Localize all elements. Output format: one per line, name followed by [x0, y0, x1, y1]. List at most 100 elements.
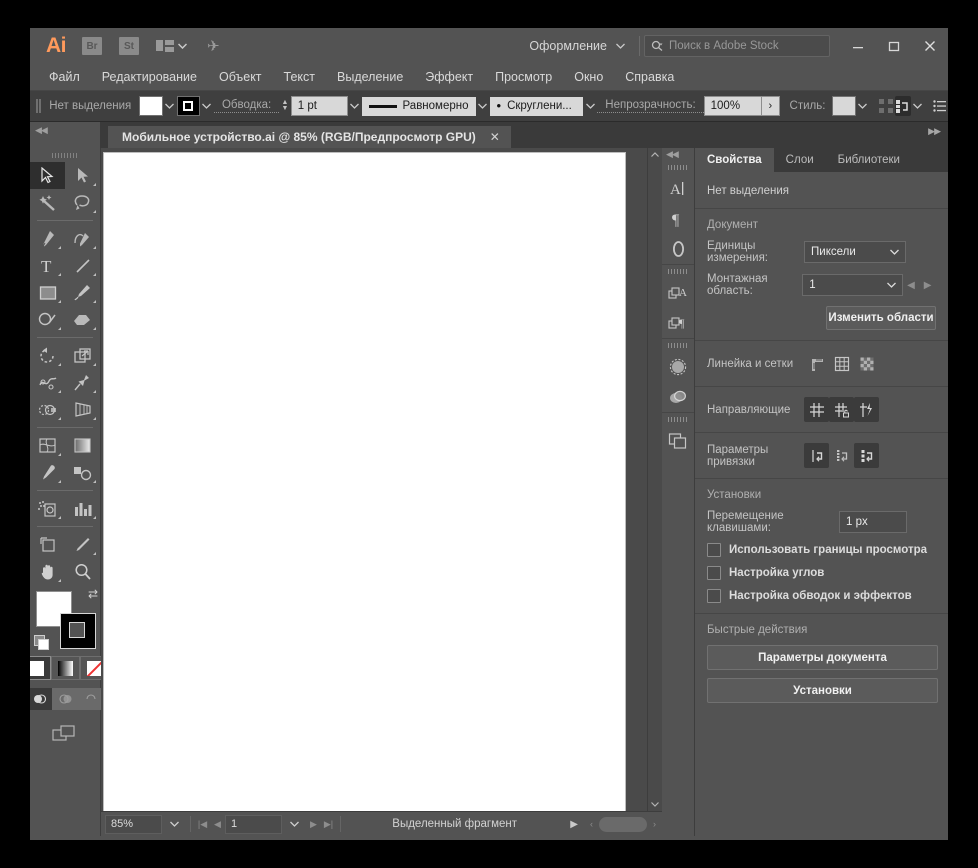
swap-fill-stroke-icon[interactable]: ⇄: [88, 587, 98, 601]
tool-curvature[interactable]: [65, 225, 100, 252]
next-artboard-button[interactable]: ▶: [306, 816, 321, 833]
style-chevron-icon[interactable]: [856, 96, 870, 116]
tool-selection[interactable]: [30, 162, 65, 189]
hscroll-left-button[interactable]: ‹: [584, 816, 599, 833]
menu-select[interactable]: Выделение: [326, 67, 414, 87]
artboard-select[interactable]: 1: [802, 274, 903, 296]
last-artboard-button[interactable]: ▶|: [321, 816, 336, 833]
tool-blend[interactable]: [65, 459, 100, 486]
transform-panel-button[interactable]: [894, 96, 911, 116]
scale-corners-checkbox[interactable]: [707, 566, 721, 580]
panel-paragraph[interactable]: ¶: [662, 204, 694, 234]
horizontal-scrollbar-thumb[interactable]: [599, 816, 647, 832]
draw-behind-button[interactable]: [52, 688, 78, 710]
draw-normal-button[interactable]: [30, 688, 52, 710]
stroke-profile-chevron-icon[interactable]: [476, 96, 490, 116]
tool-eyedropper[interactable]: [30, 459, 65, 486]
opacity-input[interactable]: 100%: [703, 96, 763, 116]
scroll-up-icon[interactable]: [648, 148, 662, 162]
gradient-mode-button[interactable]: [50, 656, 80, 680]
dock-grip-4[interactable]: [662, 413, 694, 426]
stroke-dropdown-chevron-icon[interactable]: [200, 96, 214, 116]
tool-magic-wand[interactable]: [30, 189, 65, 216]
dock-grip-2[interactable]: [662, 265, 694, 278]
smart-guides-button[interactable]: [854, 397, 879, 422]
arrange-documents-button[interactable]: [156, 28, 174, 64]
change-screen-mode-button[interactable]: [50, 722, 80, 744]
units-select[interactable]: Пиксели: [804, 241, 906, 263]
color-mode-button[interactable]: [30, 656, 51, 680]
document-tab-close-icon[interactable]: ✕: [490, 130, 500, 144]
tool-column-graph[interactable]: [65, 495, 100, 522]
menu-window[interactable]: Окно: [563, 67, 614, 87]
stock-button[interactable]: St: [119, 28, 139, 64]
tool-zoom[interactable]: [65, 558, 100, 585]
menu-effect[interactable]: Эффект: [414, 67, 484, 87]
panel-brushes[interactable]: [662, 352, 694, 382]
stroke-weight-stepper[interactable]: ▲ ▼: [279, 99, 291, 112]
artboard[interactable]: [103, 152, 626, 811]
transparency-grid-button[interactable]: [854, 351, 879, 376]
tool-shape-builder[interactable]: [30, 396, 65, 423]
show-guides-button[interactable]: [804, 397, 829, 422]
panel-layers[interactable]: [662, 426, 694, 456]
bridge-button[interactable]: Br: [82, 28, 102, 64]
corner-chevron-icon[interactable]: [583, 96, 597, 116]
fill-color-swatch[interactable]: [139, 96, 163, 116]
canvas[interactable]: [101, 148, 662, 811]
panel-glyphs[interactable]: [662, 234, 694, 264]
stroke-profile-select[interactable]: Равномерно: [361, 96, 476, 116]
dock-grip-1[interactable]: [662, 161, 694, 174]
tab-layers[interactable]: Слои: [774, 148, 826, 172]
keyboard-increment-input[interactable]: 1 px: [839, 511, 907, 533]
minimize-button[interactable]: [840, 31, 876, 61]
scale-strokes-row[interactable]: Настройка обводок и эффектов: [707, 589, 936, 603]
grid-button[interactable]: [829, 351, 854, 376]
artboard-chevron-icon[interactable]: [282, 816, 306, 833]
preview-bounds-checkbox[interactable]: [707, 543, 721, 557]
arrange-chevron-down-icon[interactable]: [174, 39, 190, 53]
control-bar-grip[interactable]: [33, 96, 41, 116]
zoom-chevron-icon[interactable]: [162, 816, 186, 833]
workspace-switcher[interactable]: Оформление: [519, 35, 635, 57]
snap-to-point-button[interactable]: [804, 443, 829, 468]
tool-lasso[interactable]: [65, 189, 100, 216]
menu-type[interactable]: Текст: [273, 67, 326, 87]
dock-grip-3[interactable]: [662, 339, 694, 352]
tool-symbol-sprayer[interactable]: [30, 495, 65, 522]
prev-artboard-arrow[interactable]: ◀: [903, 275, 920, 295]
edit-artboards-button[interactable]: Изменить области: [826, 306, 936, 330]
scale-strokes-checkbox[interactable]: [707, 589, 721, 603]
panel-character-styles[interactable]: A: [662, 278, 694, 308]
control-panel-menu-button[interactable]: [932, 96, 948, 116]
dock-collapse-header[interactable]: ◀◀: [662, 148, 694, 161]
default-fill-stroke-icon[interactable]: [34, 635, 49, 650]
menu-help[interactable]: Справка: [614, 67, 685, 87]
menu-edit[interactable]: Редактирование: [91, 67, 208, 87]
tools-panel-grip[interactable]: [30, 148, 100, 162]
tool-perspective-grid[interactable]: [65, 396, 100, 423]
tool-scale[interactable]: [65, 342, 100, 369]
scroll-down-icon[interactable]: [648, 797, 662, 811]
graphic-style-swatch[interactable]: [832, 96, 856, 116]
artboard-number-input[interactable]: 1: [225, 814, 282, 834]
close-button[interactable]: [912, 31, 948, 61]
snap-to-pixel-button[interactable]: [854, 443, 879, 468]
menu-file[interactable]: Файл: [38, 67, 91, 87]
menu-view[interactable]: Просмотр: [484, 67, 563, 87]
next-artboard-arrow[interactable]: ▶: [919, 275, 936, 295]
tool-hand[interactable]: [30, 558, 65, 585]
scale-corners-row[interactable]: Настройка углов: [707, 566, 936, 580]
canvas-vertical-scrollbar[interactable]: [647, 148, 662, 811]
document-tab[interactable]: Мобильное устройство.ai @ 85% (RGB/Предп…: [108, 126, 511, 148]
tool-mesh[interactable]: [30, 432, 65, 459]
rulers-button[interactable]: [804, 351, 829, 376]
menu-object[interactable]: Объект: [208, 67, 273, 87]
panel-paragraph-styles[interactable]: ¶: [662, 308, 694, 338]
first-artboard-button[interactable]: |◀: [195, 816, 210, 833]
stroke-weight-chevron-icon[interactable]: [348, 96, 362, 116]
stroke-color-swatch[interactable]: [176, 96, 200, 116]
preferences-button[interactable]: Установки: [707, 678, 938, 703]
maximize-button[interactable]: [876, 31, 912, 61]
tool-rectangle[interactable]: [30, 279, 65, 306]
